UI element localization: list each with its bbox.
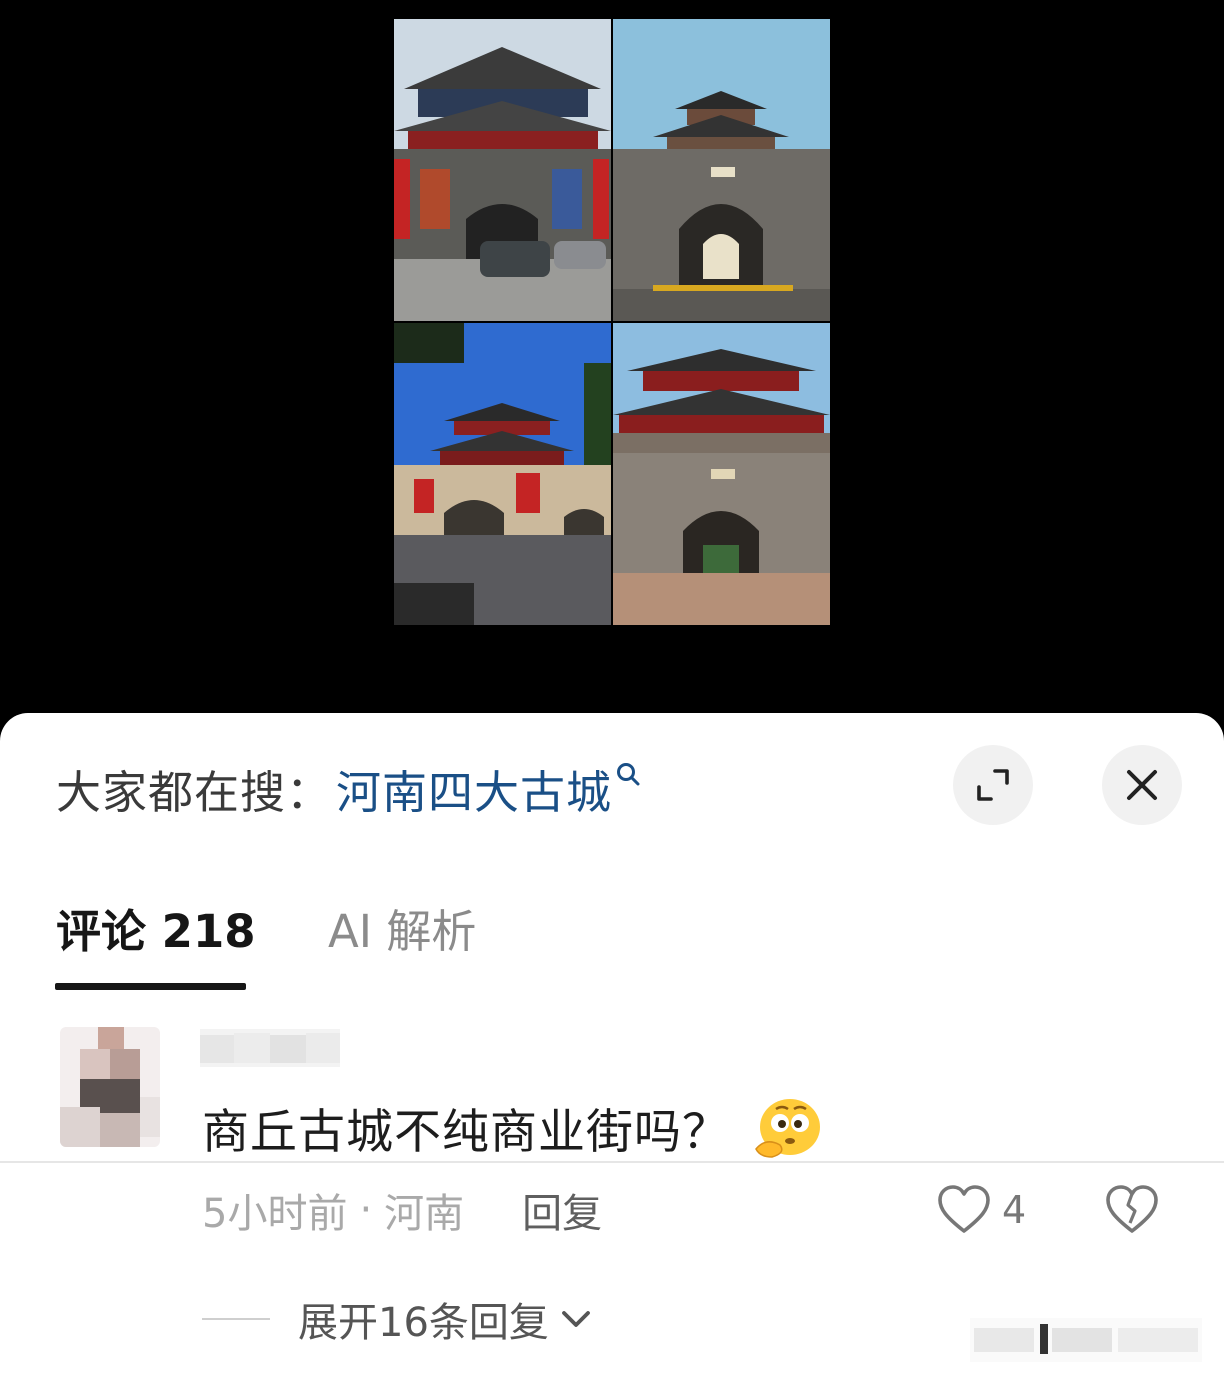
- thinking-face-emoji: [755, 1098, 820, 1158]
- like-count: 4: [1002, 1188, 1027, 1232]
- watermark-blurred: [970, 1318, 1202, 1362]
- expand-replies-button[interactable]: 展开16条回复: [202, 1291, 595, 1347]
- close-icon: [1127, 770, 1157, 800]
- comment-item: 商丘古城不纯商业街吗？ 5小时前 · 河南 回复 4 展开16条回复: [0, 1013, 1224, 1373]
- tab-bar: 评论 218 AI 解析: [0, 883, 1224, 1163]
- heart-icon: [938, 1185, 990, 1233]
- photo-collage[interactable]: [394, 19, 830, 625]
- city-gate-photo-3: [394, 323, 611, 625]
- active-tab-indicator: [55, 983, 246, 990]
- expand-divider: [202, 1318, 270, 1320]
- expand-replies-label: 展开16条回复: [298, 1300, 549, 1346]
- tab-comments[interactable]: 评论 218: [56, 895, 256, 960]
- city-gate-photo-1: [394, 19, 611, 321]
- username-blurred[interactable]: [200, 1029, 340, 1067]
- trending-search[interactable]: 大家都在搜： 河南四大古城: [56, 753, 644, 823]
- comment-body: 商丘古城不纯商业街吗？: [202, 1105, 730, 1160]
- post-image-area[interactable]: [0, 0, 1224, 720]
- reply-button[interactable]: 回复: [522, 1181, 602, 1239]
- close-button[interactable]: [1102, 745, 1182, 825]
- avatar[interactable]: [60, 1027, 160, 1147]
- search-term-link[interactable]: 河南四大古城: [336, 756, 612, 821]
- expand-button[interactable]: [953, 745, 1033, 825]
- chevron-down-icon: [562, 1311, 590, 1327]
- comment-meta: 5小时前 · 河南 回复: [202, 1183, 602, 1237]
- comment-time: 5小时前: [202, 1191, 348, 1237]
- like-button[interactable]: 4: [936, 1183, 1026, 1237]
- meta-separator: ·: [359, 1187, 373, 1233]
- search-prefix: 大家都在搜：: [56, 765, 333, 819]
- search-icon: [617, 763, 640, 786]
- expand-icon: [977, 769, 1009, 801]
- comment-sheet: 大家都在搜： 河南四大古城 评论 218 AI 解析 商丘古城不纯商业街吗？ 5…: [0, 713, 1224, 1375]
- comment-location: 河南: [384, 1191, 465, 1237]
- city-gate-photo-4: [613, 323, 830, 625]
- comment-text: 商丘古城不纯商业街吗？: [202, 1093, 826, 1162]
- tab-ai-analysis[interactable]: AI 解析: [328, 895, 476, 960]
- broken-heart-icon[interactable]: [1104, 1183, 1160, 1237]
- city-gate-photo-2: [613, 19, 830, 321]
